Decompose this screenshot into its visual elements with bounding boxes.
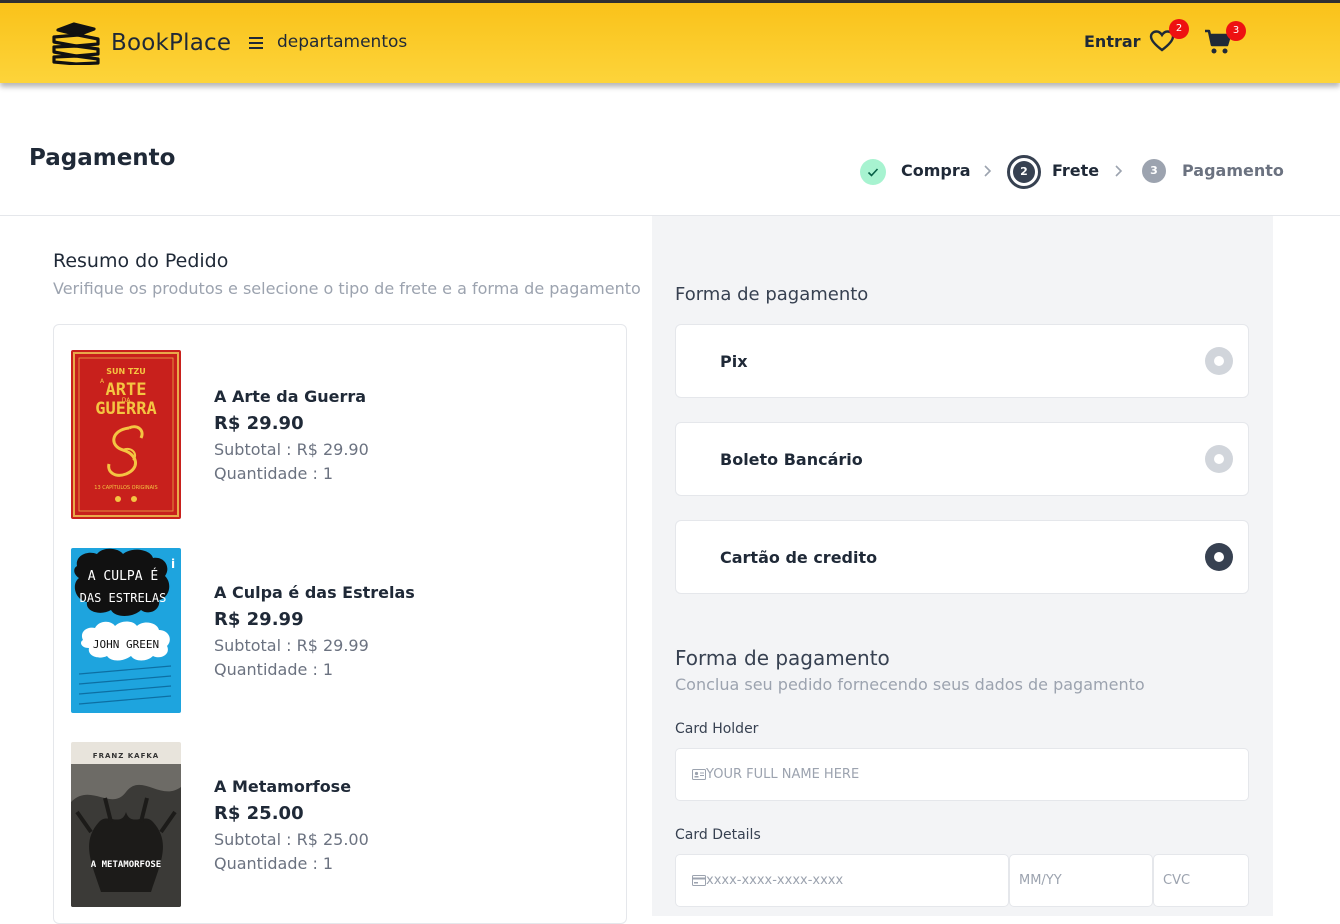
credit-card-icon	[692, 875, 706, 886]
order-summary-title: Resumo do Pedido	[53, 250, 229, 272]
item-name[interactable]: A Culpa é das Estrelas	[214, 583, 415, 602]
step-current-number: 2	[1013, 161, 1035, 183]
radio-unselected[interactable]	[1205, 445, 1233, 473]
card-form-subtitle: Conclua seu pedido fornecendo seus dados…	[675, 675, 1145, 694]
item-subtotal: Subtotal : R$ 29.90	[214, 440, 369, 459]
payment-option-label: Pix	[720, 352, 748, 371]
item-price: R$ 29.99	[214, 609, 304, 630]
step-pagamento-label[interactable]: Pagamento	[1182, 161, 1284, 180]
step-frete-label[interactable]: Frete	[1052, 161, 1099, 180]
book-cover-arte-da-guerra[interactable]: SUN TZU A ARTE DA GUERRA 13 CAPÍTULOS OR…	[71, 350, 181, 519]
item-name[interactable]: A Metamorfose	[214, 777, 351, 796]
card-holder-label: Card Holder	[675, 721, 759, 737]
payment-option-label: Boleto Bancário	[720, 450, 863, 469]
item-subtotal: Subtotal : R$ 25.00	[214, 830, 369, 849]
payment-option-label: Cartão de credito	[720, 548, 878, 567]
cover-publisher: i	[171, 557, 175, 571]
step-compra-label[interactable]: Compra	[901, 161, 971, 180]
books-logo-icon[interactable]	[50, 21, 102, 65]
menu-icon[interactable]	[249, 36, 263, 50]
cover-title-line2: DAS ESTRELAS	[80, 591, 167, 605]
cover-author: JOHN GREEN	[93, 638, 159, 651]
card-form-title: Forma de pagamento	[675, 646, 890, 670]
check-icon	[867, 168, 879, 177]
book-cover-a-culpa-e-das-estrelas[interactable]: A CULPA É DAS ESTRELAS JOHN GREEN i	[71, 548, 181, 713]
item-quantity: Quantidade : 1	[214, 854, 334, 873]
item-quantity: Quantidade : 1	[214, 660, 334, 679]
cover-title: A METAMORFOSE	[91, 860, 161, 870]
item-price: R$ 29.90	[214, 413, 304, 434]
radio-selected[interactable]	[1205, 543, 1233, 571]
card-number-input[interactable]	[675, 854, 1009, 907]
payment-option-credit-card[interactable]: Cartão de credito	[675, 520, 1249, 594]
step-todo-number: 3	[1142, 159, 1166, 183]
card-expiry-input[interactable]	[1009, 854, 1153, 907]
id-card-icon	[692, 769, 706, 780]
cart-count-badge: 3	[1226, 21, 1246, 41]
item-price: R$ 25.00	[214, 803, 304, 824]
payment-option-pix[interactable]: Pix	[675, 324, 1249, 398]
book-cover-a-metamorfose[interactable]: FRANZ KAFKA A METAMORFOSE	[71, 742, 181, 907]
card-holder-input[interactable]	[675, 748, 1249, 801]
cover-title-line2: GUERRA	[95, 399, 156, 419]
favorites-count-badge: 2	[1169, 19, 1189, 39]
cover-title-line1: A CULPA É	[88, 568, 158, 584]
departments-link[interactable]: departamentos	[277, 32, 407, 52]
card-cvc-input[interactable]	[1153, 854, 1249, 907]
item-subtotal: Subtotal : R$ 29.99	[214, 636, 369, 655]
login-link[interactable]: Entrar	[1084, 32, 1141, 51]
radio-unselected[interactable]	[1205, 347, 1233, 375]
chevron-right-icon	[1115, 165, 1123, 177]
payment-option-boleto[interactable]: Boleto Bancário	[675, 422, 1249, 496]
page-title: Pagamento	[29, 145, 176, 171]
cover-author: FRANZ KAFKA	[93, 752, 159, 760]
item-quantity: Quantidade : 1	[214, 464, 334, 483]
brand-name[interactable]: BookPlace	[111, 30, 231, 56]
chevron-right-icon	[984, 165, 992, 177]
step-completed-indicator	[860, 159, 886, 185]
order-summary-subtitle: Verifique os produtos e selecione o tipo…	[53, 279, 641, 298]
cover-note: 13 CAPÍTULOS ORIGINAIS	[94, 484, 157, 491]
card-details-label: Card Details	[675, 827, 761, 843]
payment-method-title: Forma de pagamento	[675, 284, 869, 305]
item-name[interactable]: A Arte da Guerra	[214, 387, 366, 406]
cover-author: SUN TZU	[106, 367, 146, 376]
step-current-indicator: 2	[1007, 155, 1041, 189]
site-header: BookPlace departamentos Entrar	[0, 3, 1340, 83]
